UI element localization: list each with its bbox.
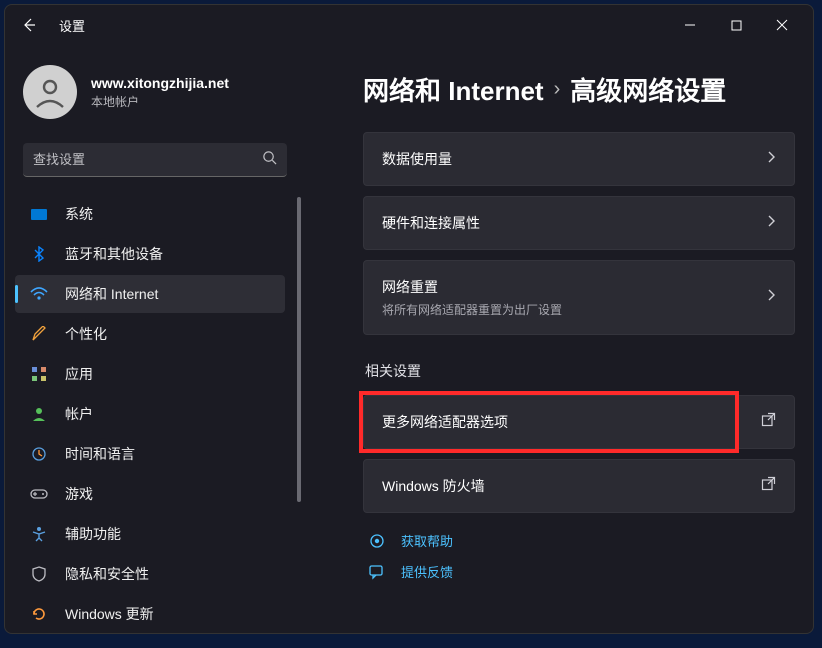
open-external-icon [761,476,776,496]
card-title: 数据使用量 [382,149,766,169]
nav-item-bluetooth[interactable]: 蓝牙和其他设备 [15,235,285,273]
nav-item-apps[interactable]: 应用 [15,355,285,393]
account-icon [29,404,49,424]
feedback-icon [367,564,387,580]
nav-label: 游戏 [65,484,93,504]
nav-item-network[interactable]: 网络和 Internet [15,275,285,313]
back-button[interactable] [13,9,45,41]
nav-item-accounts[interactable]: 帐户 [15,395,285,433]
brush-icon [29,324,49,344]
avatar [23,65,77,119]
nav-label: 帐户 [65,404,93,424]
profile-block[interactable]: www.xitongzhijia.net 本地帐户 [5,55,305,135]
nav-label: Windows 更新 [65,604,154,624]
update-icon [29,604,49,624]
nav-label: 隐私和安全性 [65,564,149,584]
card-hardware-properties[interactable]: 硬件和连接属性 [363,196,795,250]
bluetooth-icon [29,244,49,264]
link-get-help[interactable]: 获取帮助 [367,531,795,550]
sidebar-scrollbar[interactable] [295,197,303,633]
chevron-right-icon [766,214,776,233]
nav: 系统 蓝牙和其他设备 网络和 Internet [5,191,305,633]
nav-label: 个性化 [65,324,107,344]
card-more-adapter-options[interactable]: 更多网络适配器选项 [363,395,795,449]
nav-label: 系统 [65,204,93,224]
card-data-usage[interactable]: 数据使用量 [363,132,795,186]
card-subtitle: 将所有网络适配器重置为出厂设置 [382,301,766,318]
nav-item-time[interactable]: 时间和语言 [15,435,285,473]
card-network-reset[interactable]: 网络重置 将所有网络适配器重置为出厂设置 [363,260,795,335]
titlebar: 设置 [5,5,813,45]
window-title: 设置 [59,16,85,35]
person-icon [33,75,67,109]
system-icon [29,204,49,224]
card-windows-firewall[interactable]: Windows 防火墙 [363,459,795,513]
nav-item-personalization[interactable]: 个性化 [15,315,285,353]
scrollbar-thumb[interactable] [297,197,301,502]
card-title: 更多网络适配器选项 [382,412,761,432]
breadcrumb-parent[interactable]: 网络和 Internet [363,71,544,108]
card-title: 硬件和连接属性 [382,213,766,233]
nav-label: 应用 [65,364,93,384]
maximize-button[interactable] [713,9,759,41]
breadcrumb: 网络和 Internet › 高级网络设置 [363,71,795,108]
nav-item-gaming[interactable]: 游戏 [15,475,285,513]
card-title: 网络重置 [382,277,766,297]
accessibility-icon [29,524,49,544]
nav-label: 网络和 Internet [65,284,158,304]
shield-icon [29,564,49,584]
search-input[interactable] [33,152,262,167]
nav-item-system[interactable]: 系统 [15,195,285,233]
minimize-button[interactable] [667,9,713,41]
close-icon [776,19,788,31]
chevron-right-icon [766,150,776,169]
page-title: 高级网络设置 [570,71,726,108]
clock-globe-icon [29,444,49,464]
window-controls [667,9,805,41]
help-icon [367,533,387,549]
nav-label: 辅助功能 [65,524,121,544]
open-external-icon [761,412,776,432]
back-arrow-icon [21,17,37,33]
nav-item-privacy[interactable]: 隐私和安全性 [15,555,285,593]
maximize-icon [731,20,742,31]
nav-item-windowsupdate[interactable]: Windows 更新 [15,595,285,633]
apps-icon [29,364,49,384]
link-text: 提供反馈 [401,562,453,581]
nav-label: 时间和语言 [65,444,135,464]
close-button[interactable] [759,9,805,41]
profile-name: www.xitongzhijia.net [91,75,229,91]
link-text: 获取帮助 [401,531,453,550]
nav-label: 蓝牙和其他设备 [65,244,163,264]
search-icon [262,150,277,170]
main-content: 网络和 Internet › 高级网络设置 数据使用量 硬件和连接属性 网络重置… [305,45,813,633]
gamepad-icon [29,484,49,504]
wifi-icon [29,284,49,304]
sidebar: www.xitongzhijia.net 本地帐户 系统 [5,45,305,633]
nav-item-accessibility[interactable]: 辅助功能 [15,515,285,553]
chevron-right-icon: › [554,78,561,101]
chevron-right-icon [766,288,776,307]
settings-window: 设置 www [4,4,814,634]
minimize-icon [684,19,696,31]
profile-text: www.xitongzhijia.net 本地帐户 [91,75,229,110]
profile-account-type: 本地帐户 [91,93,229,110]
card-title: Windows 防火墙 [382,476,761,496]
section-heading-related: 相关设置 [365,361,795,381]
link-give-feedback[interactable]: 提供反馈 [367,562,795,581]
search-box[interactable] [23,143,287,177]
